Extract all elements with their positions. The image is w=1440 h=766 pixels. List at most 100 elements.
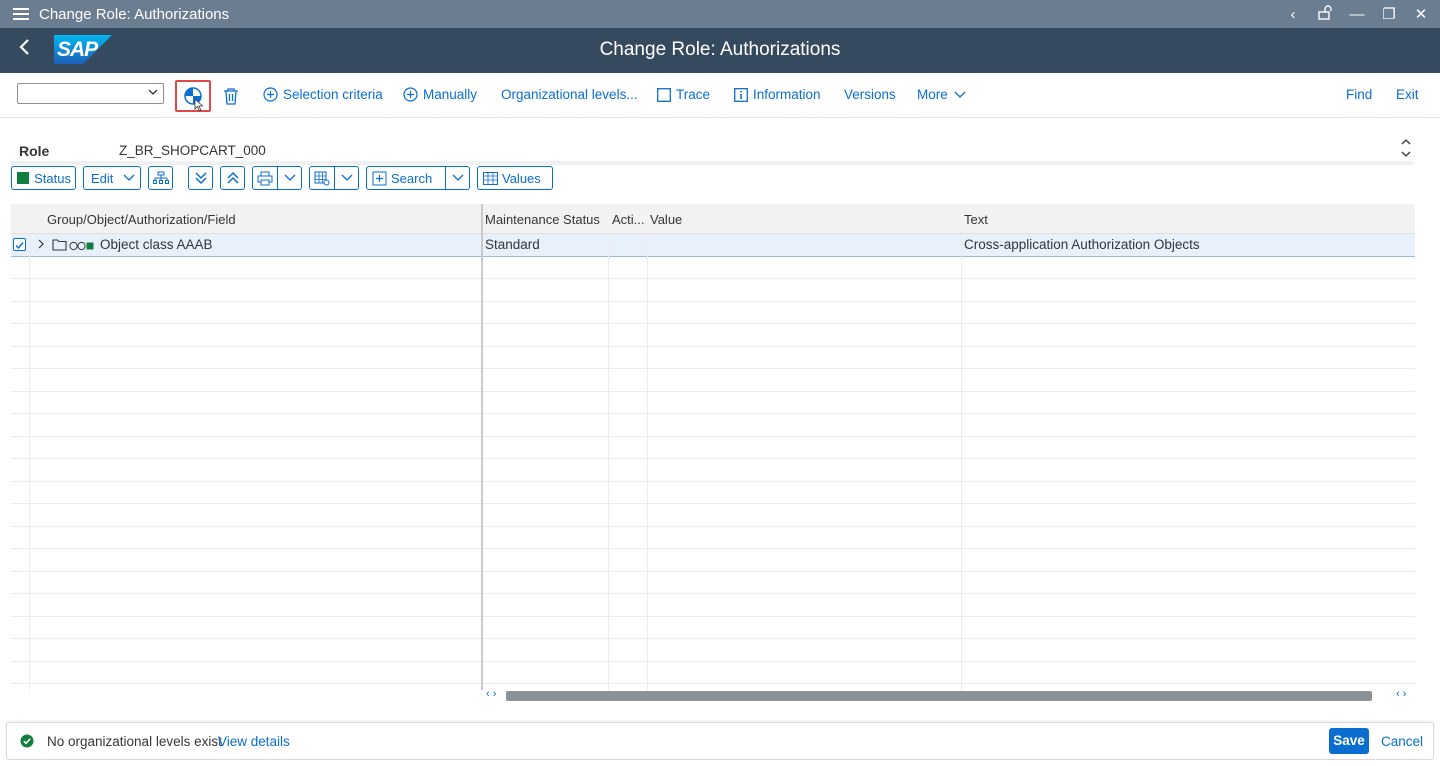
more-label: More (917, 87, 948, 102)
table-row[interactable] (11, 324, 1415, 347)
add-circle-icon (263, 87, 278, 102)
status-button[interactable]: Status (11, 166, 76, 190)
checkmark-icon (15, 242, 24, 250)
table-row[interactable] (11, 617, 1415, 639)
scroll-left-right-icon[interactable]: ‹ › (1396, 688, 1406, 700)
sap-logo: SAP (54, 35, 112, 64)
column-header-text[interactable]: Text (964, 212, 988, 227)
back-button[interactable] (18, 36, 42, 64)
table-row[interactable] (11, 594, 1415, 617)
header-scroll-arrows[interactable] (1399, 137, 1413, 161)
scroll-left-right-icon[interactable]: ‹ › (486, 688, 496, 700)
minimize-icon[interactable]: — (1348, 6, 1366, 23)
search-label: Search (391, 170, 433, 186)
sap-logo-text: SAP (57, 38, 98, 61)
organizational-levels-label: Organizational levels... (501, 87, 638, 102)
hierarchy-icon (149, 167, 172, 189)
column-header-maintenance-status[interactable]: Maintenance Status (485, 212, 600, 227)
info-icon (734, 87, 748, 102)
row-selector-checkbox[interactable] (13, 238, 26, 251)
status-lights-icon (69, 239, 95, 254)
table-row[interactable] (11, 347, 1415, 369)
table-row[interactable] (11, 639, 1415, 662)
expand-node-icon[interactable] (37, 238, 45, 253)
collapse-left-icon[interactable]: ‹ (1284, 6, 1302, 23)
table-row[interactable] (11, 549, 1415, 572)
chevron-down-icon (954, 91, 966, 98)
message-footer: No organizational levels exist View deta… (6, 722, 1434, 760)
column-header-activity[interactable]: Acti... (612, 212, 645, 227)
table-header: Group/Object/Authorization/Field Mainten… (11, 204, 1415, 234)
printer-icon (253, 167, 277, 189)
trace-button[interactable]: Trace (657, 87, 710, 102)
organizational-levels-button[interactable] (175, 80, 211, 112)
table-row[interactable] (11, 572, 1415, 594)
edit-menu-button[interactable]: Edit (83, 166, 141, 190)
delete-button[interactable] (214, 81, 248, 111)
status-label: Status (34, 170, 71, 186)
column-divider (961, 234, 962, 690)
expand-all-button[interactable] (188, 166, 213, 190)
selection-criteria-button[interactable]: Selection criteria (263, 87, 383, 102)
table-row[interactable] (11, 482, 1415, 504)
table-row[interactable] (11, 257, 1415, 279)
unlock-icon[interactable] (1316, 4, 1334, 24)
table-row[interactable] (11, 662, 1415, 684)
layout-button[interactable] (309, 166, 359, 190)
scrollbar-thumb[interactable] (506, 691, 1372, 701)
double-chevron-up-icon (221, 167, 244, 189)
chevron-down-icon (277, 167, 301, 189)
maximize-icon[interactable]: ❐ (1380, 5, 1398, 23)
success-check-icon (20, 734, 34, 748)
collapse-all-button[interactable] (220, 166, 245, 190)
chevron-down-icon (148, 89, 158, 95)
close-icon[interactable]: ✕ (1412, 5, 1430, 23)
column-divider (29, 234, 30, 690)
table-row[interactable] (11, 437, 1415, 459)
exit-button[interactable]: Exit (1396, 87, 1419, 102)
values-button[interactable]: Values (477, 166, 553, 190)
print-button[interactable] (252, 166, 302, 190)
column-header-value[interactable]: Value (650, 212, 682, 227)
command-field-select[interactable] (17, 83, 164, 104)
column-divider (608, 234, 609, 690)
chevron-down-icon (445, 167, 469, 189)
column-divider-fixed[interactable] (481, 204, 483, 690)
organizational-levels-link[interactable]: Organizational levels... (501, 87, 638, 102)
folder-icon (52, 238, 67, 254)
search-button[interactable]: Search (366, 166, 470, 190)
manually-button[interactable]: Manually (403, 87, 477, 102)
window-title-bar: Change Role: Authorizations ‹ — ❐ ✕ (0, 0, 1440, 28)
table-row[interactable] (11, 392, 1415, 414)
hamburger-menu-icon[interactable] (13, 8, 33, 20)
table-row[interactable] (11, 279, 1415, 302)
values-label: Values (502, 170, 541, 186)
structure-button[interactable] (148, 166, 173, 190)
status-green-square-icon (12, 167, 34, 189)
table-row[interactable] (11, 504, 1415, 527)
table-row[interactable] (11, 527, 1415, 549)
find-label: Find (1346, 87, 1373, 102)
more-menu-button[interactable]: More (917, 87, 967, 102)
information-button[interactable]: Information (734, 87, 821, 102)
row-object-name: Object class AAAB (100, 237, 213, 252)
trace-label: Trace (676, 87, 711, 102)
save-button[interactable]: Save (1329, 728, 1369, 754)
versions-button[interactable]: Versions (844, 87, 896, 102)
find-button[interactable]: Find (1346, 87, 1372, 102)
search-plus-icon (367, 167, 391, 189)
authorization-tree-table: Group/Object/Authorization/Field Mainten… (11, 204, 1415, 704)
table-row[interactable] (11, 414, 1415, 437)
view-details-link[interactable]: View details (218, 734, 290, 749)
role-value: Z_BR_SHOPCART_000 (119, 143, 266, 158)
column-header-group[interactable]: Group/Object/Authorization/Field (47, 212, 236, 227)
table-row[interactable]: Object class AAAB Standard Cross-applica… (11, 234, 1415, 257)
horizontal-scrollbar[interactable]: ‹ › ‹ › (486, 688, 1414, 702)
column-divider (647, 234, 648, 690)
table-row[interactable] (11, 302, 1415, 324)
table-row[interactable] (11, 459, 1415, 482)
selection-criteria-label: Selection criteria (283, 87, 383, 102)
cancel-button[interactable]: Cancel (1381, 734, 1423, 749)
table-row[interactable] (11, 369, 1415, 392)
manually-label: Manually (423, 87, 478, 102)
